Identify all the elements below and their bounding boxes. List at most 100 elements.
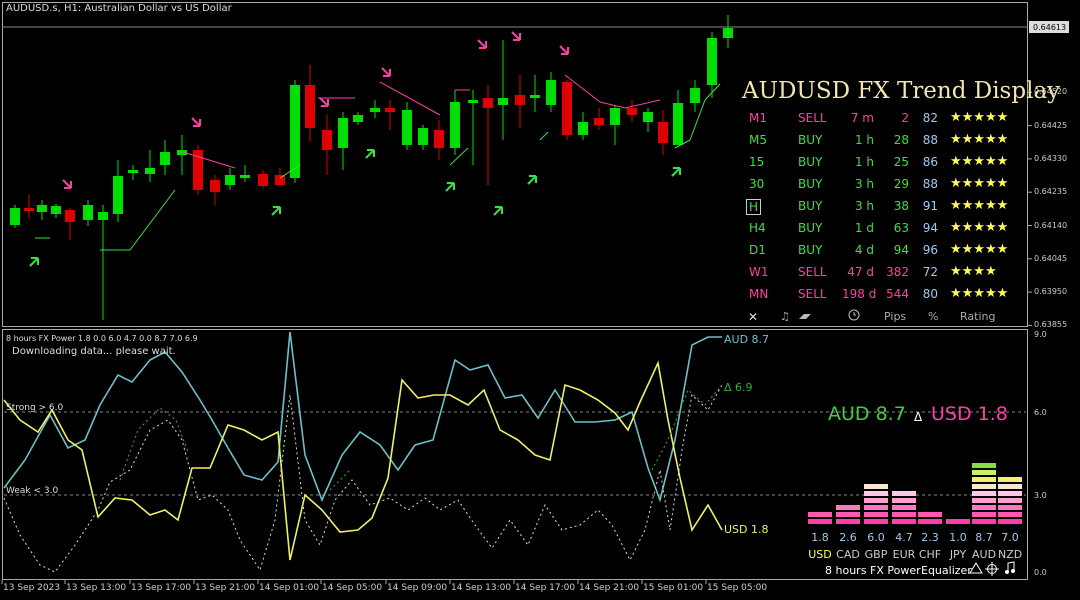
equalizer-bar-segment — [998, 519, 1022, 524]
trend-row-15[interactable]: 15 BUY 1 h 25 86 ★★★★★ — [742, 152, 1032, 174]
rating-stars: ★★★★★ — [950, 132, 1009, 147]
candle-body — [322, 130, 332, 150]
candle-body — [210, 180, 220, 192]
timeframe-label: 30 — [749, 177, 765, 191]
time-tick: 15 Sep 05:00 — [707, 583, 768, 593]
trend-row-30[interactable]: 30 BUY 3 h 29 88 ★★★★★ — [742, 174, 1032, 196]
equalizer-bar-segment — [864, 519, 888, 524]
percent-value: 82 — [922, 111, 938, 125]
sell-arrow — [381, 67, 391, 77]
price-tick: 0.64140 — [1034, 220, 1068, 230]
candle-body — [128, 170, 138, 173]
equalizer-bar-segment — [892, 498, 916, 503]
time-tick: 14 Sep 05:00 — [322, 583, 383, 593]
crosshair-icon[interactable] — [985, 562, 999, 579]
candle-body — [578, 122, 588, 135]
clock-icon — [848, 309, 860, 324]
sell-arrow — [511, 31, 521, 41]
sell-arrow — [559, 45, 569, 55]
candle-body — [402, 110, 412, 145]
timeframe-label: 15 — [749, 155, 765, 169]
timeframe-label: MN — [749, 287, 769, 301]
percent-value: 96 — [922, 243, 938, 257]
eq-value: 6.0 — [867, 531, 885, 544]
duration-label: 47 d — [847, 265, 874, 279]
buy-arrow — [365, 149, 375, 159]
candle-body — [258, 174, 268, 186]
equalizer-bar-segment — [946, 519, 970, 524]
sound-toggle-icon[interactable] — [1004, 561, 1016, 578]
candle-body — [10, 208, 20, 225]
buy-arrow — [445, 182, 455, 192]
time-tick: 13 Sep 2023 — [3, 583, 61, 593]
candle-body — [498, 98, 508, 105]
equalizer-bar-segment — [998, 484, 1022, 489]
trend-row-m1[interactable]: M1 SELL 7 m 2 82 ★★★★★ — [742, 108, 1032, 130]
trend-row-d1[interactable]: D1 BUY 4 d 94 96 ★★★★★ — [742, 240, 1032, 262]
equalizer-bar-segment — [972, 491, 996, 496]
equalizer-bar-segment — [892, 512, 916, 517]
equalizer-bar-segment — [836, 512, 860, 517]
sell-arrow — [319, 97, 329, 107]
time-tick: 14 Sep 21:00 — [579, 583, 640, 593]
duration-label: 3 h — [854, 199, 874, 213]
price-tick: 0.64425 — [1034, 120, 1068, 130]
candle-body — [690, 88, 700, 103]
eq-name: FX Power — [870, 564, 921, 577]
buy-arrow — [527, 175, 537, 185]
eq-currency: GBP — [864, 548, 888, 561]
close-icon[interactable]: ✕ — [748, 310, 758, 324]
candle-body — [707, 38, 717, 85]
aud-strength: AUD 8.7 — [828, 403, 906, 425]
equalizer-bar-segment — [998, 505, 1022, 510]
equalizer-bar-segment — [864, 512, 888, 517]
trading-terminal: 0.64613 AUDUSD.s, H1: Australian Dollar … — [0, 0, 1080, 600]
eq-period[interactable]: 8 hours — [825, 564, 866, 577]
eq-value: 2.3 — [921, 531, 939, 544]
rating-header: Rating — [960, 310, 996, 323]
trend-row-m5[interactable]: M5 BUY 1 h 28 88 ★★★★★ — [742, 130, 1032, 152]
eq-value: 7.0 — [1001, 531, 1019, 544]
candle-body — [370, 108, 380, 112]
pips-value: 29 — [893, 177, 909, 191]
trend-row-w1[interactable]: W1 SELL 47 d 382 72 ★★★★ — [742, 262, 1032, 284]
pips-value: 28 — [893, 133, 909, 147]
duration-label: 1 h — [854, 133, 874, 147]
alert-icon[interactable] — [798, 310, 812, 319]
price-tick: 0.64045 — [1034, 253, 1068, 263]
candle-body — [418, 128, 428, 145]
buy-arrow — [671, 167, 681, 177]
candle-body — [275, 175, 285, 185]
trend-row-h[interactable]: H BUY 3 h 38 91 ★★★★★ — [742, 196, 1032, 218]
timeframe-label: M5 — [749, 133, 767, 147]
time-tick: 14 Sep 09:00 — [387, 583, 448, 593]
time-tick: 14 Sep 17:00 — [515, 583, 576, 593]
trend-row-mn[interactable]: MN SELL 198 d 544 80 ★★★★★ — [742, 284, 1032, 306]
direction-label: SELL — [798, 111, 827, 125]
percent-value: 72 — [922, 265, 938, 279]
eq-value: 1.8 — [811, 531, 829, 544]
pips-value: 544 — [886, 287, 909, 301]
time-tick: 13 Sep 21:00 — [195, 583, 256, 593]
eq-currency: CAD — [836, 548, 860, 561]
chart-title: AUDUSD.s, H1: Australian Dollar vs US Do… — [6, 3, 232, 14]
percent-header: % — [928, 310, 939, 323]
eq-mode[interactable]: Equalizer — [921, 564, 972, 577]
current-price-value: 0.64613 — [1033, 23, 1066, 32]
sound-icon[interactable]: ♫ — [780, 310, 790, 323]
trend-display-title: AUDUSD FX Trend Display — [742, 78, 1061, 104]
eq-currency: USD — [808, 548, 832, 561]
indicator-tick: 6.0 — [1034, 408, 1047, 417]
candle-body — [240, 175, 250, 178]
trend-row-h4[interactable]: H4 BUY 1 d 63 94 ★★★★★ — [742, 218, 1032, 240]
equalizer-bar-segment — [892, 519, 916, 524]
delta-segment-b — [329, 469, 351, 491]
direction-label: BUY — [798, 243, 823, 257]
duration-label: 3 h — [854, 177, 874, 191]
trend-stop-buy — [129, 189, 176, 251]
eq-value: 8.7 — [975, 531, 993, 544]
candle-body — [305, 85, 315, 128]
triangle-icon[interactable] — [969, 562, 983, 577]
usd-strength: USD 1.8 — [931, 403, 1008, 425]
equalizer-bar-segment — [998, 498, 1022, 503]
